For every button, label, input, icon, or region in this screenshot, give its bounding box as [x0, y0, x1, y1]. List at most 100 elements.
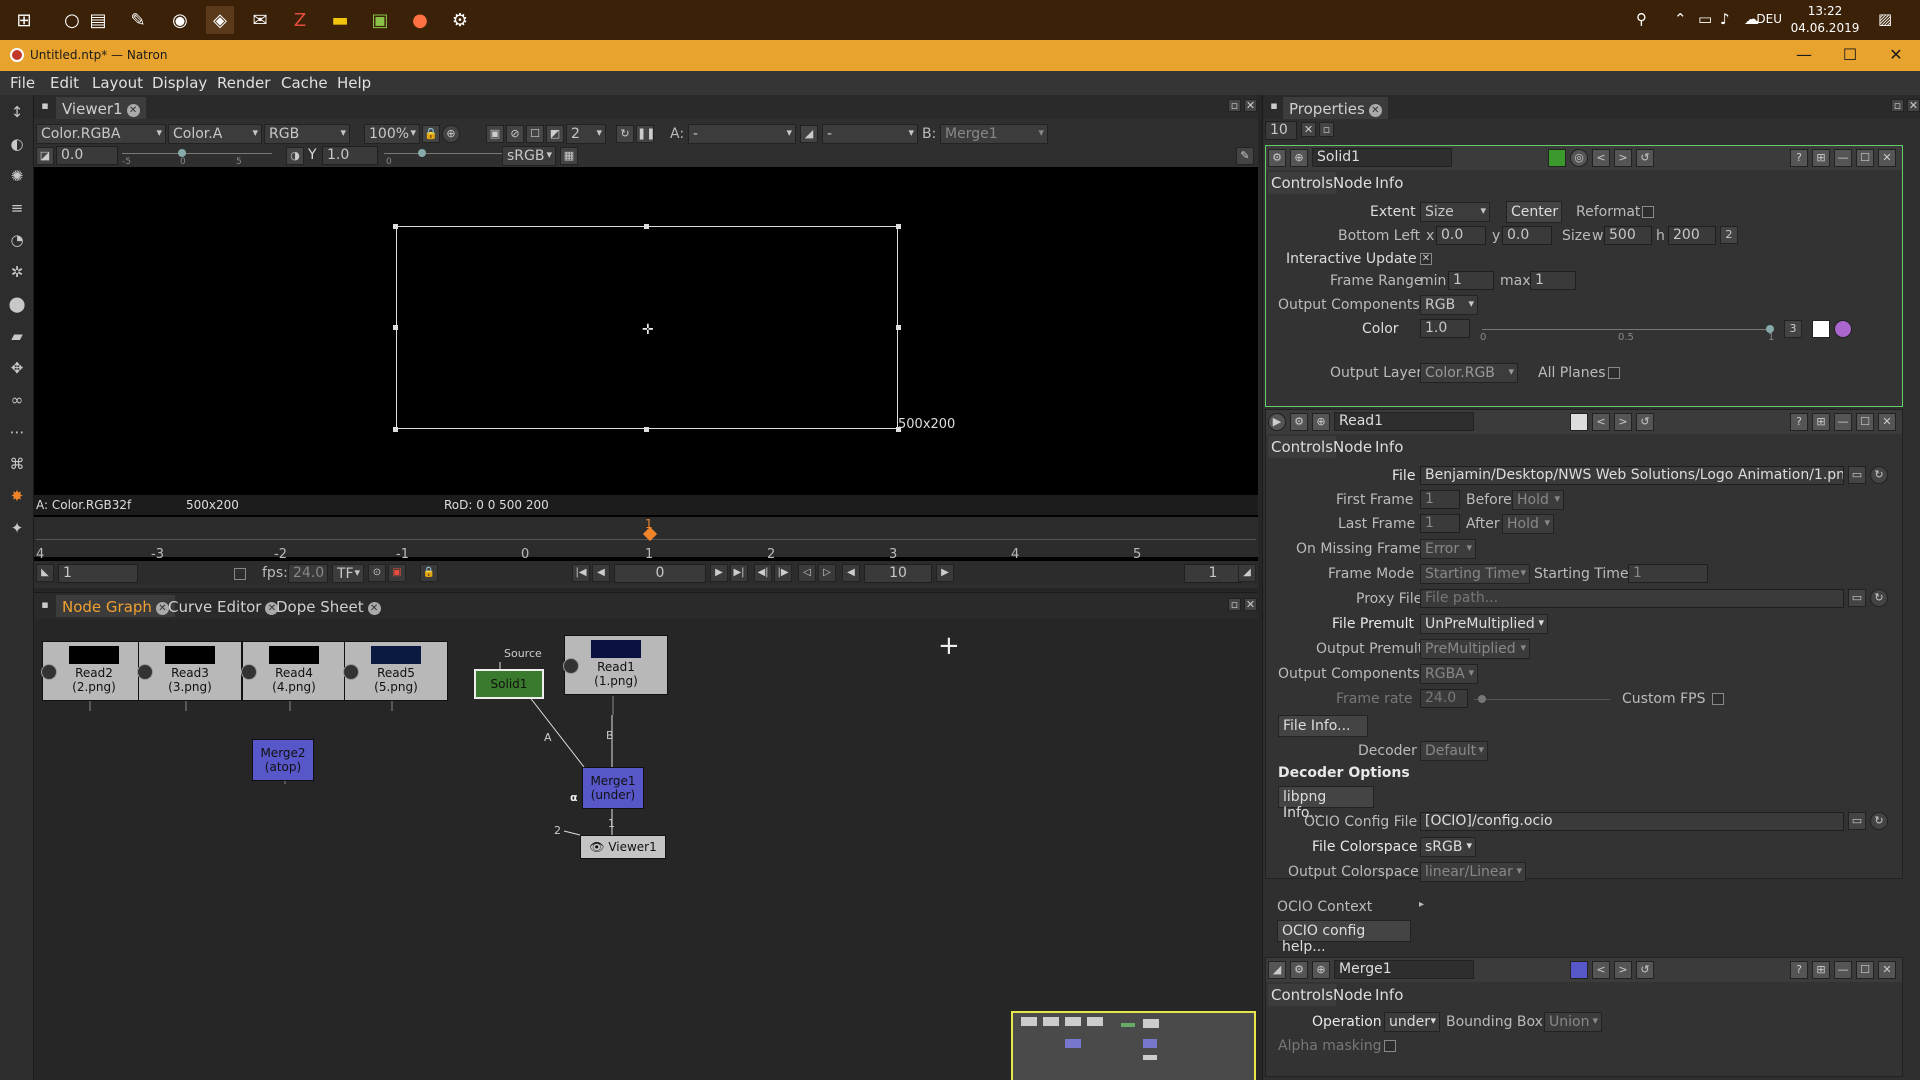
minimize-button[interactable]: — — [1784, 44, 1824, 66]
prev-frame-icon[interactable]: ◀| — [754, 564, 772, 582]
settings-gear-icon[interactable]: ⚙ — [1290, 961, 1308, 979]
turbo-icon[interactable]: ⊙ — [368, 564, 386, 582]
render-icon[interactable]: ▣ — [388, 564, 406, 582]
image-tool-icon[interactable]: ◐ — [6, 133, 28, 155]
max-panels-field[interactable]: 10 — [1265, 121, 1297, 140]
tab-controls[interactable]: Controls — [1268, 172, 1337, 194]
after-select[interactable]: Hold — [1502, 514, 1554, 534]
color-dims-button[interactable]: 3 — [1784, 320, 1802, 338]
center-icon[interactable]: ⊕ — [442, 125, 460, 143]
color-tool-icon[interactable]: ◔ — [6, 229, 28, 251]
node-read1-pin-icon[interactable] — [563, 658, 579, 674]
restore-defaults-icon[interactable]: ↺ — [1636, 149, 1654, 167]
node-color-swatch[interactable] — [1570, 961, 1588, 979]
fps-toggle-checkbox[interactable] — [234, 568, 246, 580]
task-view-icon[interactable]: ▤ — [84, 6, 112, 34]
next-increment-icon[interactable]: ▶ — [936, 564, 954, 582]
bottom-left-y-field[interactable]: 0.0 — [1502, 226, 1552, 245]
redo-icon[interactable]: > — [1614, 413, 1632, 431]
float-panel-icon[interactable]: ⊞ — [1812, 149, 1830, 167]
volume-icon[interactable]: ♪ — [1720, 10, 1730, 28]
app-icon-explorer[interactable]: ▬ — [326, 6, 354, 34]
operation-select[interactable]: under — [1384, 1012, 1440, 1032]
folder-icon[interactable]: ▭ — [1848, 466, 1866, 484]
start-frame-field[interactable]: 1 — [58, 564, 138, 583]
node-read3[interactable]: Read3 (3.png) — [137, 641, 242, 701]
fps-field[interactable]: 24.0 — [288, 564, 328, 583]
ocio-config-help-button[interactable]: OCIO config help... — [1277, 920, 1411, 955]
pane-menu-icon[interactable]: ▪ — [1265, 98, 1283, 116]
minimize-panel-icon[interactable]: — — [1834, 413, 1852, 431]
decoder-select[interactable]: Default — [1420, 741, 1488, 761]
zoom-select[interactable]: 100% — [364, 124, 420, 144]
solid1-name-field[interactable]: Solid1 — [1312, 148, 1452, 167]
tab-properties[interactable]: Properties ✕ — [1283, 97, 1388, 119]
close-panel-icon[interactable]: ✕ — [1878, 413, 1896, 431]
node-read2-pin-icon[interactable] — [41, 664, 57, 680]
tab-dope-sheet[interactable]: Dope Sheet ✕ — [270, 595, 387, 617]
filter-tool-icon[interactable]: ✲ — [6, 261, 28, 283]
minimize-panel-icon[interactable]: — — [1834, 961, 1852, 979]
starting-time-field[interactable]: 1 — [1628, 564, 1708, 583]
tab-controls[interactable]: Controls — [1268, 984, 1337, 1006]
frame-rate-slider[interactable] — [1474, 699, 1610, 700]
search-icon[interactable]: ○ — [58, 6, 86, 34]
center-node-icon[interactable]: ⊕ — [1312, 413, 1330, 431]
help-icon[interactable]: ? — [1790, 149, 1808, 167]
frame-rate-slider-knob[interactable] — [1478, 695, 1486, 703]
timeline-lock-icon[interactable]: 🔒 — [420, 564, 438, 582]
app-icon-misc[interactable]: ⚙ — [446, 6, 474, 34]
undo-icon[interactable]: < — [1592, 961, 1610, 979]
keyer-tool-icon[interactable]: ⬤ — [6, 293, 28, 315]
tab-node[interactable]: Node — [1330, 436, 1375, 458]
tab-info[interactable]: Info — [1372, 172, 1406, 194]
all-planes-checkbox[interactable] — [1608, 367, 1620, 379]
maximize-panel-icon[interactable]: ☐ — [1856, 413, 1874, 431]
refresh-icon[interactable]: ↻ — [616, 125, 634, 143]
custom-fps-checkbox[interactable] — [1712, 693, 1724, 705]
node-read5-pin-icon[interactable] — [343, 664, 359, 680]
read1-name-field[interactable]: Read1 — [1334, 412, 1474, 431]
windows-start-icon[interactable]: ⊞ — [10, 6, 38, 34]
merge1-alpha-icon[interactable]: α — [570, 791, 578, 804]
other-tool-icon[interactable]: ⋯ — [6, 421, 28, 443]
proxy-icon[interactable]: ◩ — [546, 125, 564, 143]
color-swatch[interactable] — [1812, 320, 1830, 338]
merge1-name-field[interactable]: Merge1 — [1334, 960, 1474, 979]
color-slider[interactable] — [1482, 329, 1772, 330]
viewer-colorspace-select[interactable]: sRGB — [502, 146, 556, 166]
ocio-context-expand-icon[interactable]: ▸ — [1419, 899, 1424, 910]
rod-handle-bl[interactable] — [393, 427, 398, 432]
missing-frame-select[interactable]: Error — [1420, 539, 1476, 559]
node-read5[interactable]: Read5 (5.png) — [343, 641, 448, 701]
bounding-box-select[interactable]: Union — [1544, 1012, 1602, 1032]
node-merge2[interactable]: Merge2 (atop) — [252, 739, 314, 781]
size-dims-button[interactable]: 2 — [1720, 226, 1738, 244]
maximize-panel-icon[interactable]: ☐ — [1856, 149, 1874, 167]
rod-handle-l[interactable] — [393, 325, 398, 330]
rod-handle-tl[interactable] — [393, 224, 398, 229]
close-tab-icon[interactable]: ✕ — [1368, 104, 1382, 117]
node-viewer1[interactable]: 👁 Viewer1 — [580, 835, 666, 859]
app-icon-tools[interactable]: ✎ — [124, 6, 152, 34]
libpng-info-button[interactable]: libpng Info... — [1278, 786, 1374, 821]
before-select[interactable]: Hold — [1512, 490, 1564, 510]
settings-gear-icon[interactable]: ⚙ — [1290, 413, 1308, 431]
gamma-field[interactable]: 1.0 — [322, 146, 378, 165]
rod-handle-b[interactable] — [644, 427, 649, 432]
file-premult-select[interactable]: UnPreMultiplied — [1420, 614, 1548, 634]
close-panel-icon[interactable]: ✕ — [1878, 961, 1896, 979]
input-a-select[interactable]: - — [688, 124, 796, 144]
first-frame-field[interactable]: 1 — [1420, 490, 1460, 509]
float-pane-icon[interactable]: ▫ — [1228, 598, 1241, 611]
file-path-field[interactable]: Benjamin/Desktop/NWS Web Solutions/Logo … — [1420, 466, 1844, 485]
output-layer-select[interactable]: Color.RGB — [1420, 363, 1518, 383]
proxy-file-field[interactable]: File path... — [1420, 589, 1844, 608]
rod-handle-r[interactable] — [896, 325, 901, 330]
frame-increment-field[interactable]: 10 — [864, 564, 932, 583]
gain-field[interactable]: 0.0 — [56, 146, 118, 165]
app-icon-natron[interactable]: ◈ — [206, 6, 234, 34]
alpha-channel-select[interactable]: Color.A — [168, 124, 262, 144]
alpha-masking-checkbox[interactable] — [1384, 1040, 1396, 1052]
tab-node-graph[interactable]: Node Graph ✕ — [56, 595, 175, 617]
